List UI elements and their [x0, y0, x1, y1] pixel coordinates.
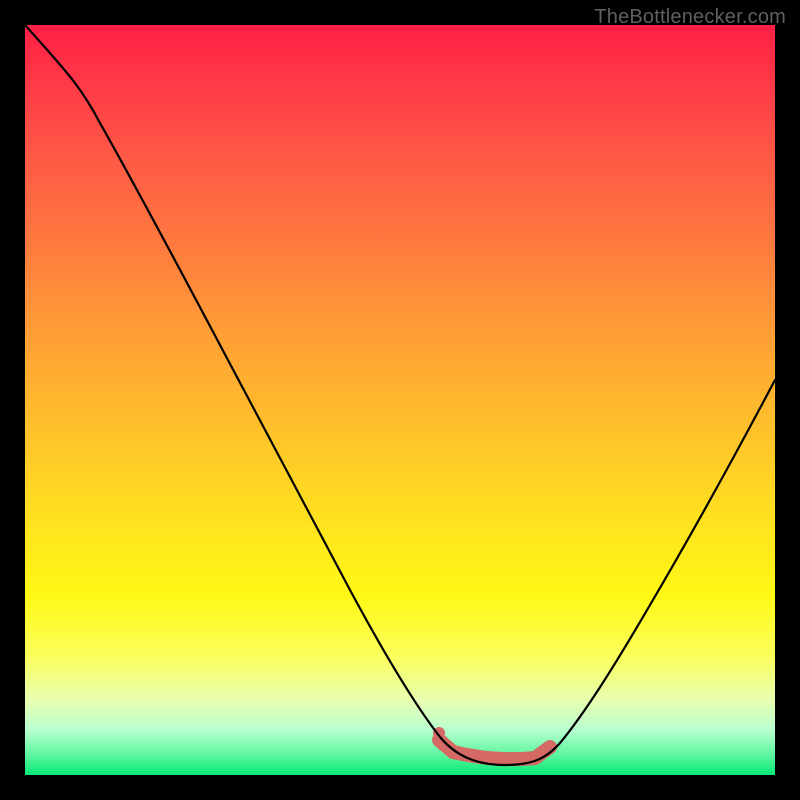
bottleneck-curve: [25, 25, 775, 765]
plot-area: [25, 25, 775, 775]
watermark-text: TheBottlenecker.com: [594, 6, 786, 29]
chart-stage: TheBottlenecker.com: [0, 0, 800, 800]
curve-layer: [25, 25, 775, 775]
recommended-range-highlight: [439, 740, 550, 759]
